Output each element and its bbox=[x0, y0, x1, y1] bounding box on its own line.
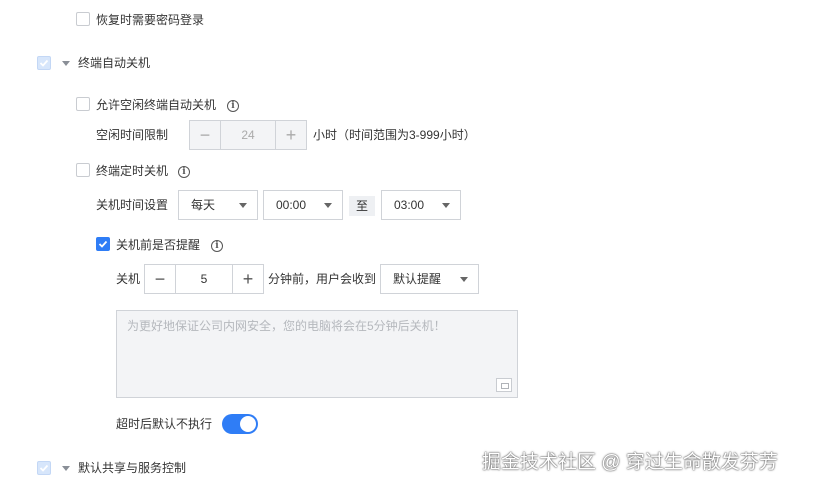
resize-handle-icon[interactable] bbox=[496, 378, 512, 392]
remind-minutes-value[interactable]: 5 bbox=[175, 271, 233, 287]
frequency-select[interactable]: 每天 bbox=[178, 190, 258, 220]
share-section-checkbox[interactable] bbox=[37, 461, 51, 475]
remind-suffix: 分钟前，用户会收到 bbox=[268, 272, 377, 286]
frequency-value: 每天 bbox=[191, 198, 216, 212]
check-icon bbox=[39, 59, 49, 67]
end-time-select[interactable]: 03:00 bbox=[381, 190, 461, 220]
restore-password-checkbox[interactable] bbox=[76, 12, 90, 26]
remind-prefix: 关机 bbox=[116, 272, 141, 286]
share-section-label: 默认共享与服务控制 bbox=[78, 461, 187, 475]
shutdown-time-label: 关机时间设置 bbox=[96, 198, 169, 212]
remind-type-select[interactable]: 默认提醒 bbox=[380, 264, 479, 294]
auto-shutdown-section-label: 终端自动关机 bbox=[78, 56, 151, 70]
watermark-text: 掘金技术社区 @ 穿过生命散发芬芳 bbox=[482, 452, 778, 473]
to-separator: 至 bbox=[349, 196, 375, 216]
remind-minutes-stepper[interactable]: − 5 + bbox=[144, 264, 264, 294]
check-icon bbox=[39, 464, 49, 472]
allow-idle-shutdown-checkbox[interactable] bbox=[76, 97, 90, 111]
start-time-select[interactable]: 00:00 bbox=[263, 190, 343, 220]
idle-time-value[interactable]: 24 bbox=[220, 127, 276, 143]
idle-time-stepper[interactable]: − 24 + bbox=[189, 120, 307, 150]
idle-time-hint: 小时（时间范围为3-999小时） bbox=[313, 128, 476, 142]
check-icon bbox=[98, 240, 108, 248]
chevron-down-icon bbox=[324, 203, 332, 208]
timeout-toggle[interactable] bbox=[222, 414, 258, 434]
scheduled-shutdown-label: 终端定时关机 bbox=[96, 164, 169, 178]
chevron-down-icon bbox=[239, 203, 247, 208]
restore-password-label: 恢复时需要密码登录 bbox=[96, 13, 205, 27]
start-time-value: 00:00 bbox=[276, 198, 307, 212]
chevron-down-icon bbox=[460, 277, 468, 282]
remind-type-value: 默认提醒 bbox=[393, 272, 442, 286]
scheduled-shutdown-checkbox[interactable] bbox=[76, 163, 90, 177]
collapse-caret-icon[interactable] bbox=[62, 61, 70, 66]
end-time-value: 03:00 bbox=[394, 198, 425, 212]
info-icon[interactable]: i bbox=[211, 240, 223, 252]
to-label: 至 bbox=[355, 199, 368, 213]
remind-before-checkbox[interactable] bbox=[96, 237, 110, 251]
minus-button[interactable]: − bbox=[190, 121, 221, 149]
allow-idle-shutdown-label: 允许空闲终端自动关机 bbox=[96, 98, 217, 112]
plus-button[interactable]: + bbox=[232, 265, 263, 293]
info-icon[interactable]: i bbox=[227, 100, 239, 112]
chevron-down-icon bbox=[442, 203, 450, 208]
info-icon[interactable]: i bbox=[178, 166, 190, 178]
timeout-label: 超时后默认不执行 bbox=[116, 417, 213, 431]
reminder-message-placeholder: 为更好地保证公司内网安全，您的电脑将会在5分钟后关机！ bbox=[127, 319, 446, 333]
remind-before-label: 关机前是否提醒 bbox=[116, 238, 201, 252]
collapse-caret-icon[interactable] bbox=[62, 466, 70, 471]
plus-button[interactable]: + bbox=[275, 121, 306, 149]
toggle-knob bbox=[240, 416, 256, 432]
minus-button[interactable]: − bbox=[145, 265, 176, 293]
auto-shutdown-section-checkbox[interactable] bbox=[37, 56, 51, 70]
reminder-message-textarea[interactable]: 为更好地保证公司内网安全，您的电脑将会在5分钟后关机！ bbox=[116, 310, 518, 398]
idle-time-label: 空闲时间限制 bbox=[96, 128, 169, 142]
